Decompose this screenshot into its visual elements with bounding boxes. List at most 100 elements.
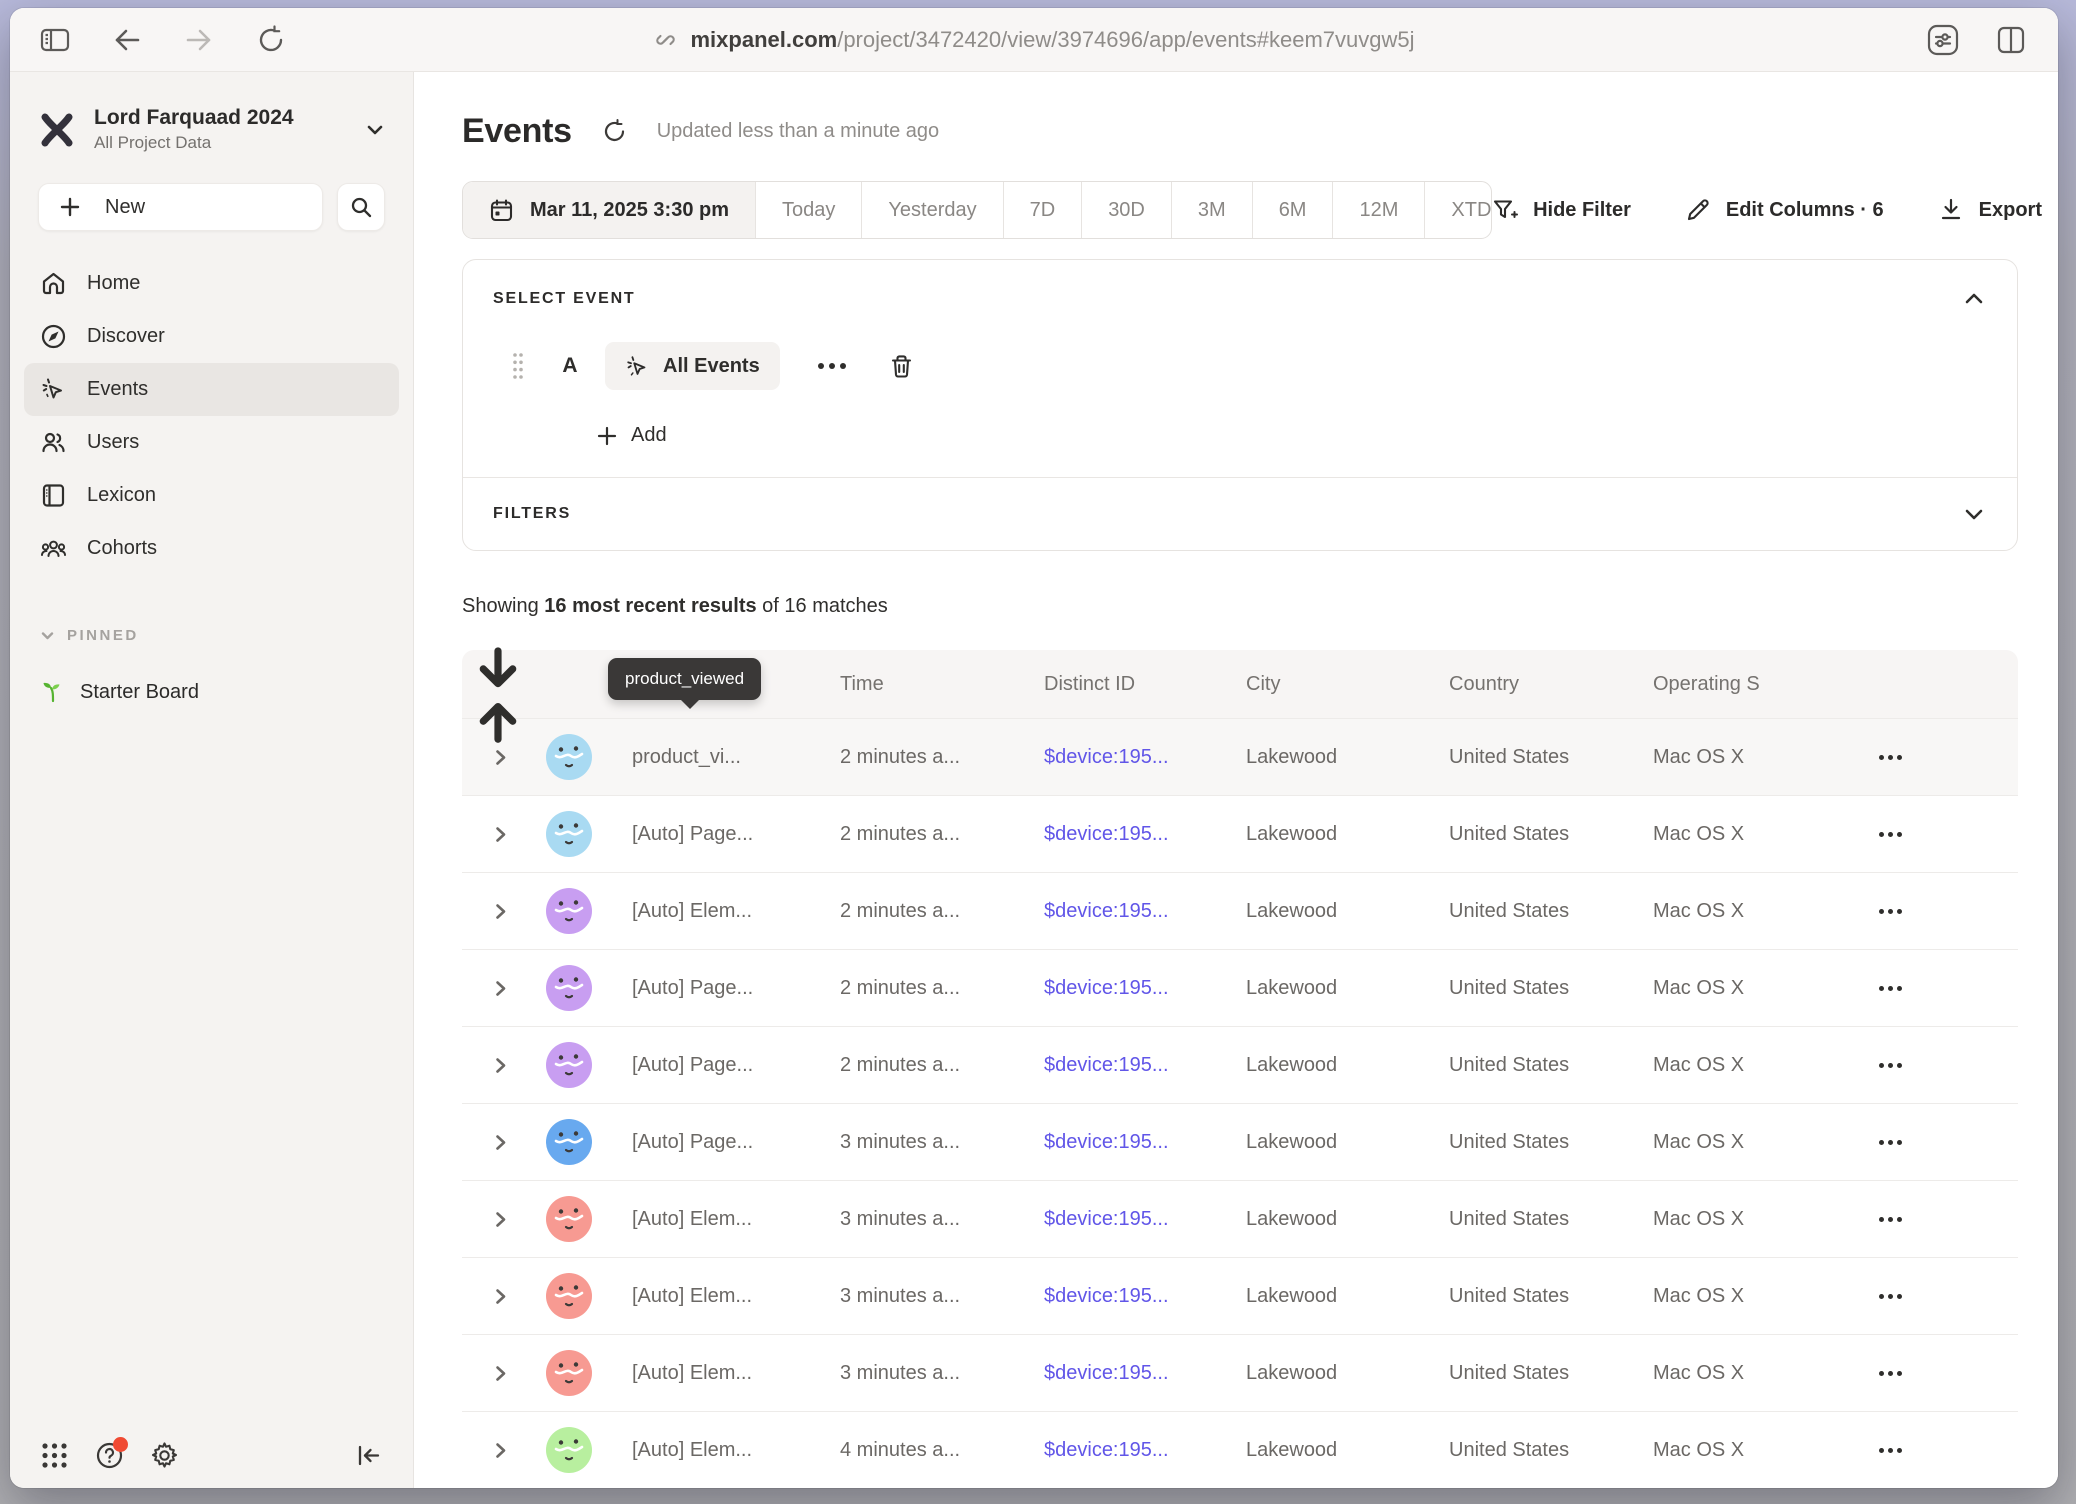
- row-menu-icon[interactable]: [1869, 755, 2018, 760]
- row-menu-icon[interactable]: [1869, 1140, 2018, 1145]
- distinct-id-link[interactable]: $device:195...: [1044, 1285, 1246, 1308]
- table-row[interactable]: [Auto] Elem... 3 minutes a... $device:19…: [462, 1180, 2018, 1257]
- column-header-distinct-id[interactable]: Distinct ID: [1044, 673, 1246, 696]
- date-preset-6m[interactable]: 6M: [1253, 182, 1334, 238]
- table-row[interactable]: [Auto] Elem... 2 minutes a... $device:19…: [462, 872, 2018, 949]
- expand-row-chevron-icon[interactable]: [492, 826, 509, 843]
- expand-row-chevron-icon[interactable]: [492, 749, 509, 766]
- distinct-id-link[interactable]: $device:195...: [1044, 823, 1246, 846]
- gear-icon[interactable]: [150, 1441, 179, 1470]
- pinned-section-header[interactable]: PINNED: [10, 627, 413, 644]
- search-button[interactable]: [337, 183, 385, 231]
- address-bar[interactable]: mixpanel.com/project/3472420/view/397469…: [653, 27, 1414, 53]
- table-row[interactable]: [Auto] Elem... 3 minutes a... $device:19…: [462, 1257, 2018, 1334]
- project-switcher[interactable]: Lord Farquaad 2024 All Project Data: [10, 106, 413, 153]
- column-header-time[interactable]: Time: [840, 673, 1044, 696]
- event-selector-pill[interactable]: All Events: [605, 342, 780, 390]
- distinct-id-link[interactable]: $device:195...: [1044, 1054, 1246, 1077]
- os-cell: Mac OS X: [1653, 900, 1869, 923]
- table-row[interactable]: [Auto] Elem... 4 minutes a... $device:19…: [462, 1411, 2018, 1488]
- table-row[interactable]: [Auto] Page... 2 minutes a... $device:19…: [462, 795, 2018, 872]
- sidebar-item-users[interactable]: Users: [24, 416, 399, 469]
- row-menu-icon[interactable]: [1869, 832, 2018, 837]
- edit-columns-button[interactable]: Edit Columns · 6: [1685, 197, 1884, 223]
- expand-row-chevron-icon[interactable]: [492, 1057, 509, 1074]
- sidebar-item-lexicon[interactable]: Lexicon: [24, 469, 399, 522]
- reload-icon[interactable]: [256, 25, 286, 55]
- distinct-id-link[interactable]: $device:195...: [1044, 1208, 1246, 1231]
- row-menu-icon[interactable]: [1869, 909, 2018, 914]
- back-icon[interactable]: [112, 25, 142, 55]
- distinct-id-link[interactable]: $device:195...: [1044, 1362, 1246, 1385]
- date-preset-30d[interactable]: 30D: [1082, 182, 1172, 238]
- sidebar-item-events[interactable]: Events: [24, 363, 399, 416]
- city-cell: Lakewood: [1246, 900, 1449, 923]
- expand-row-chevron-icon[interactable]: [492, 1288, 509, 1305]
- column-header-os[interactable]: Operating S: [1653, 673, 1869, 696]
- refresh-icon[interactable]: [602, 119, 627, 144]
- event-name-cell: [Auto] Elem...: [604, 1285, 840, 1308]
- table-row[interactable]: [Auto] Page... 3 minutes a... $device:19…: [462, 1103, 2018, 1180]
- sidebar-item-cohorts[interactable]: Cohorts: [24, 522, 399, 575]
- date-preset-today[interactable]: Today: [756, 182, 862, 238]
- apps-grid-icon[interactable]: [40, 1441, 69, 1470]
- country-cell: United States: [1449, 977, 1653, 1000]
- event-avatar: [546, 965, 592, 1011]
- time-cell: 2 minutes a...: [840, 977, 1044, 1000]
- drag-handle-icon[interactable]: [511, 351, 525, 381]
- add-event-button[interactable]: Add: [596, 424, 667, 447]
- hide-filter-button[interactable]: Hide Filter: [1492, 197, 1631, 223]
- expand-row-chevron-icon[interactable]: [492, 980, 509, 997]
- sidebar-item-label: Discover: [87, 325, 165, 348]
- expand-row-chevron-icon[interactable]: [492, 1134, 509, 1151]
- expand-row-chevron-icon[interactable]: [492, 1211, 509, 1228]
- row-menu-icon[interactable]: [1869, 1063, 2018, 1068]
- expand-row-chevron-icon[interactable]: [492, 1442, 509, 1459]
- page-settings-icon[interactable]: [1926, 23, 1960, 57]
- browser-sidebar-toggle-icon[interactable]: [40, 25, 70, 55]
- page-title: Events: [462, 112, 572, 151]
- country-cell: United States: [1449, 1208, 1653, 1231]
- distinct-id-link[interactable]: $device:195...: [1044, 977, 1246, 1000]
- distinct-id-link[interactable]: $device:195...: [1044, 1131, 1246, 1154]
- date-preset-xtd[interactable]: XTD: [1425, 182, 1492, 238]
- date-preset-3m[interactable]: 3M: [1172, 182, 1253, 238]
- event-options-icon[interactable]: [818, 363, 846, 369]
- export-button[interactable]: Export: [1938, 197, 2042, 223]
- date-picker-button[interactable]: Mar 11, 2025 3:30 pm: [463, 182, 756, 238]
- split-view-icon[interactable]: [1994, 23, 2028, 57]
- expand-row-chevron-icon[interactable]: [492, 903, 509, 920]
- row-menu-icon[interactable]: [1869, 1371, 2018, 1376]
- table-row[interactable]: product_vi... 2 minutes a... $device:195…: [462, 718, 2018, 795]
- date-preset-yesterday[interactable]: Yesterday: [862, 182, 1003, 238]
- column-header-country[interactable]: Country: [1449, 673, 1653, 696]
- row-menu-icon[interactable]: [1869, 986, 2018, 991]
- date-preset-7d[interactable]: 7D: [1004, 182, 1083, 238]
- column-header-city[interactable]: City: [1246, 673, 1449, 696]
- collapse-section-chevron-up-icon[interactable]: [1961, 286, 1987, 312]
- pinned-item-starter-board[interactable]: Starter Board: [10, 670, 413, 714]
- expand-filters-chevron-down-icon[interactable]: [1961, 501, 1987, 527]
- new-button[interactable]: New: [38, 183, 323, 231]
- expand-row-chevron-icon[interactable]: [492, 1365, 509, 1382]
- event-avatar: [546, 1427, 592, 1473]
- help-icon[interactable]: [95, 1441, 124, 1470]
- sidebar-item-discover[interactable]: Discover: [24, 310, 399, 363]
- sidebar-item-home[interactable]: Home: [24, 257, 399, 310]
- sidebar-item-label: Home: [87, 272, 140, 295]
- table-row[interactable]: [Auto] Elem... 3 minutes a... $device:19…: [462, 1334, 2018, 1411]
- chevron-down-icon: [40, 628, 55, 643]
- collapse-rows-icon[interactable]: [462, 646, 534, 744]
- delete-event-icon[interactable]: [888, 353, 915, 380]
- distinct-id-link[interactable]: $device:195...: [1044, 746, 1246, 769]
- city-cell: Lakewood: [1246, 823, 1449, 846]
- row-menu-icon[interactable]: [1869, 1448, 2018, 1453]
- row-menu-icon[interactable]: [1869, 1217, 2018, 1222]
- row-menu-icon[interactable]: [1869, 1294, 2018, 1299]
- distinct-id-link[interactable]: $device:195...: [1044, 1439, 1246, 1462]
- table-row[interactable]: [Auto] Page... 2 minutes a... $device:19…: [462, 1026, 2018, 1103]
- collapse-sidebar-icon[interactable]: [354, 1441, 383, 1470]
- distinct-id-link[interactable]: $device:195...: [1044, 900, 1246, 923]
- date-preset-12m[interactable]: 12M: [1333, 182, 1425, 238]
- table-row[interactable]: [Auto] Page... 2 minutes a... $device:19…: [462, 949, 2018, 1026]
